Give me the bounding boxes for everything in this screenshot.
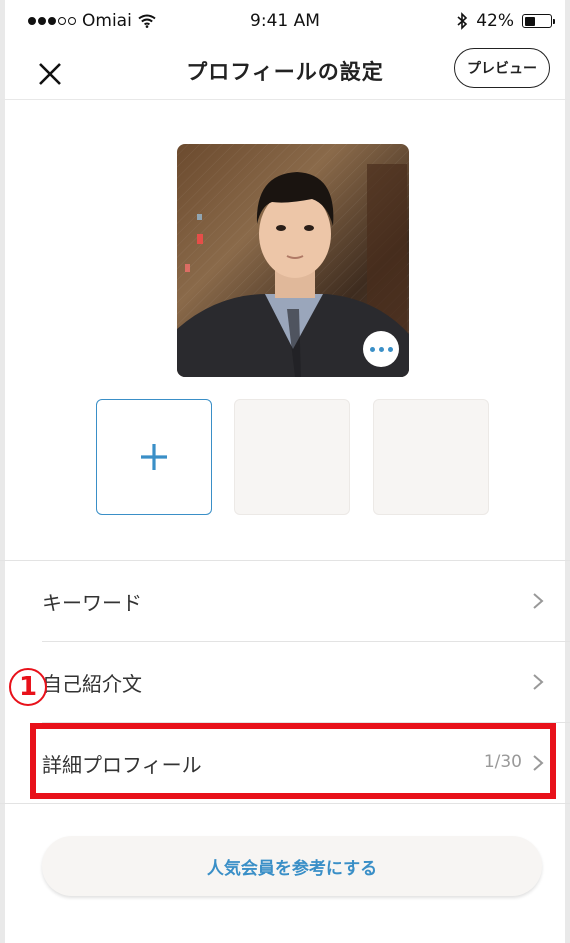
status-bar: Omiai 9:41 AM 42%: [0, 0, 570, 44]
bluetooth-icon: [457, 12, 468, 30]
chevron-right-icon: [533, 674, 544, 690]
battery-icon: [522, 14, 555, 28]
photo-slot-2[interactable]: [234, 399, 350, 515]
chevron-right-icon: [533, 593, 544, 609]
battery-percent: 42%: [476, 11, 514, 31]
list-bottom-divider: [0, 803, 570, 804]
menu-item-label: キーワード: [42, 591, 142, 615]
menu-item-label: 自己紹介文: [42, 672, 142, 696]
add-photo-button[interactable]: [96, 399, 212, 515]
plus-icon: [141, 444, 167, 470]
menu-item-self-introduction[interactable]: 自己紹介文: [0, 642, 570, 722]
battery-level: [524, 16, 535, 26]
menu-item-keyword[interactable]: キーワード: [0, 561, 570, 641]
annotation-number-marker: 1: [9, 668, 47, 706]
annotation-highlight-box: [30, 723, 556, 799]
photo-more-button[interactable]: [363, 331, 399, 367]
more-dots-icon: [368, 346, 395, 352]
main-profile-photo[interactable]: [177, 144, 409, 377]
photo-slot-3[interactable]: [373, 399, 489, 515]
reference-popular-members-button[interactable]: 人気会員を参考にする: [42, 836, 542, 896]
preview-button[interactable]: プレビュー: [454, 48, 550, 88]
nav-bar: プロフィールの設定 プレビュー: [0, 44, 570, 100]
status-right: 42%: [456, 11, 555, 31]
